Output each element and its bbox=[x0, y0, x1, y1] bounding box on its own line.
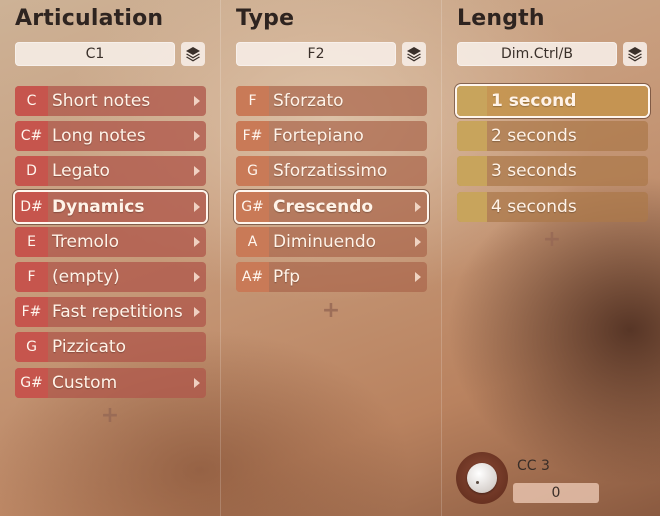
length-item[interactable]: 1 second bbox=[457, 86, 648, 116]
length-item-label: 3 seconds bbox=[491, 161, 577, 182]
type-item-label: Fortepiano bbox=[273, 126, 364, 147]
length-item-key bbox=[457, 121, 487, 152]
articulation-item-label: Fast repetitions bbox=[52, 302, 183, 323]
length-item-key bbox=[457, 156, 487, 187]
type-item-key: F# bbox=[236, 121, 269, 152]
type-layers-button[interactable] bbox=[402, 42, 426, 66]
articulation-item-key: E bbox=[15, 226, 48, 257]
length-item[interactable]: 4 seconds bbox=[457, 191, 648, 222]
articulation-item[interactable]: F# Fast repetitions bbox=[15, 297, 206, 328]
type-item[interactable]: F Sforzato bbox=[236, 86, 427, 116]
submenu-arrow-icon bbox=[194, 377, 200, 388]
knob-cap bbox=[467, 463, 497, 493]
submenu-arrow-icon bbox=[194, 236, 200, 247]
length-title: Length bbox=[457, 6, 545, 31]
articulation-item-key: F bbox=[15, 262, 48, 292]
type-item-key: F bbox=[236, 86, 269, 116]
articulation-item-key: F# bbox=[15, 297, 48, 328]
type-item[interactable]: A# Pfp bbox=[236, 262, 427, 292]
add-articulation-button[interactable]: + bbox=[100, 403, 120, 428]
column-divider bbox=[441, 0, 442, 516]
type-item-key: A bbox=[236, 226, 269, 257]
length-selector[interactable]: Dim.Ctrl/B bbox=[457, 42, 617, 66]
submenu-arrow-icon bbox=[415, 236, 421, 247]
add-length-button[interactable]: + bbox=[542, 227, 562, 252]
length-item-key bbox=[457, 191, 487, 222]
articulation-item-key: C bbox=[15, 86, 48, 116]
type-item-label: Sforzato bbox=[273, 91, 344, 111]
submenu-arrow-icon bbox=[194, 307, 200, 318]
layers-icon bbox=[628, 47, 642, 62]
articulation-item-key: D bbox=[15, 156, 48, 187]
articulation-item-label: Legato bbox=[52, 161, 110, 182]
submenu-arrow-icon bbox=[194, 166, 200, 177]
length-item-label: 1 second bbox=[491, 91, 577, 111]
articulation-item-label: (empty) bbox=[52, 267, 120, 287]
cc-value-field[interactable]: 0 bbox=[513, 483, 599, 503]
type-selector[interactable]: F2 bbox=[236, 42, 396, 66]
articulation-item[interactable]: E Tremolo bbox=[15, 226, 206, 257]
articulation-selector[interactable]: C1 bbox=[15, 42, 175, 66]
column-divider bbox=[220, 0, 221, 516]
layers-icon bbox=[186, 47, 200, 62]
layers-icon bbox=[407, 47, 421, 62]
type-item-key: G bbox=[236, 156, 269, 187]
submenu-arrow-icon bbox=[415, 272, 421, 282]
articulation-item-label: Long notes bbox=[52, 126, 146, 147]
articulation-item-label: Pizzicato bbox=[52, 337, 127, 358]
submenu-arrow-icon bbox=[194, 96, 200, 106]
knob-indicator bbox=[476, 481, 479, 484]
type-title: Type bbox=[236, 6, 295, 31]
submenu-arrow-icon bbox=[194, 201, 200, 212]
articulation-item[interactable]: G# Custom bbox=[15, 367, 206, 398]
type-item[interactable]: F# Fortepiano bbox=[236, 121, 427, 152]
type-item-label: Sforzatissimo bbox=[273, 161, 388, 182]
articulation-item-label: Short notes bbox=[52, 91, 151, 111]
articulation-item-label: Custom bbox=[52, 372, 118, 393]
type-item-key: G# bbox=[236, 191, 269, 222]
articulation-item-key: G bbox=[15, 332, 48, 363]
articulation-item-key: D# bbox=[15, 191, 48, 222]
type-item-label: Crescendo bbox=[273, 196, 374, 217]
length-item-label: 2 seconds bbox=[491, 126, 577, 147]
articulation-item[interactable]: F (empty) bbox=[15, 262, 206, 292]
cc-label: CC 3 bbox=[517, 458, 550, 474]
cc-knob[interactable] bbox=[456, 452, 508, 504]
add-type-button[interactable]: + bbox=[321, 298, 341, 323]
articulation-item-label: Dynamics bbox=[52, 196, 145, 217]
articulation-layers-button[interactable] bbox=[181, 42, 205, 66]
type-item-label: Diminuendo bbox=[273, 231, 377, 252]
submenu-arrow-icon bbox=[415, 201, 421, 212]
type-item[interactable]: G# Crescendo bbox=[236, 191, 427, 222]
length-item[interactable]: 2 seconds bbox=[457, 121, 648, 152]
articulation-title: Articulation bbox=[15, 6, 164, 31]
articulation-item[interactable]: D# Dynamics bbox=[15, 191, 206, 222]
type-item[interactable]: A Diminuendo bbox=[236, 226, 427, 257]
length-item-label: 4 seconds bbox=[491, 196, 577, 217]
type-item[interactable]: G Sforzatissimo bbox=[236, 156, 427, 187]
articulation-item-key: G# bbox=[15, 367, 48, 398]
articulation-item[interactable]: G Pizzicato bbox=[15, 332, 206, 363]
submenu-arrow-icon bbox=[194, 131, 200, 142]
articulation-item[interactable]: C# Long notes bbox=[15, 121, 206, 152]
type-item-key: A# bbox=[236, 262, 269, 292]
articulation-item[interactable]: C Short notes bbox=[15, 86, 206, 116]
length-item[interactable]: 3 seconds bbox=[457, 156, 648, 187]
submenu-arrow-icon bbox=[194, 272, 200, 282]
articulation-item[interactable]: D Legato bbox=[15, 156, 206, 187]
articulation-item-label: Tremolo bbox=[52, 231, 120, 252]
length-layers-button[interactable] bbox=[623, 42, 647, 66]
type-item-label: Pfp bbox=[273, 267, 301, 287]
length-item-key bbox=[457, 86, 487, 116]
articulation-item-key: C# bbox=[15, 121, 48, 152]
